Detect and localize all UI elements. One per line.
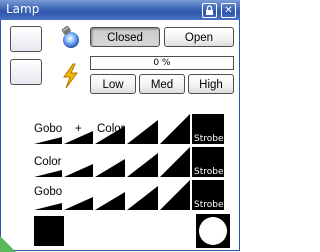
row-1-label-left: Gobo (34, 123, 63, 135)
row-3-label: Gobo (34, 186, 63, 198)
ramp-3-step-3 (95, 192, 125, 210)
ramp-2-step-5 (160, 147, 190, 177)
ramp-1-step-4 (127, 120, 158, 144)
row-2-label: Color (34, 156, 62, 168)
row-1-label-mid: + (75, 123, 82, 135)
row-1-label-right: Color (97, 123, 125, 135)
ramp-3-step-2 (64, 197, 93, 210)
black-swatch[interactable] (34, 216, 64, 246)
ramp-1-step-1 (34, 137, 62, 144)
ramp-2-step-3 (95, 159, 125, 177)
ramp-3-step-5 (160, 180, 190, 210)
strobe-label-2: Strobe (194, 167, 224, 177)
ramp-1-step-5 (160, 114, 190, 144)
strobe-label-3: Strobe (194, 200, 224, 210)
ramp-2-step-2 (64, 164, 93, 177)
ramp-2-step-4 (127, 153, 158, 177)
white-circle (199, 217, 227, 245)
strobe-label-1: Strobe (194, 134, 224, 144)
resize-grip-icon[interactable] (0, 236, 16, 252)
ramp-2-step-1 (34, 170, 62, 177)
ramp-3-step-4 (127, 186, 158, 210)
ramp-3-step-1 (34, 203, 62, 210)
